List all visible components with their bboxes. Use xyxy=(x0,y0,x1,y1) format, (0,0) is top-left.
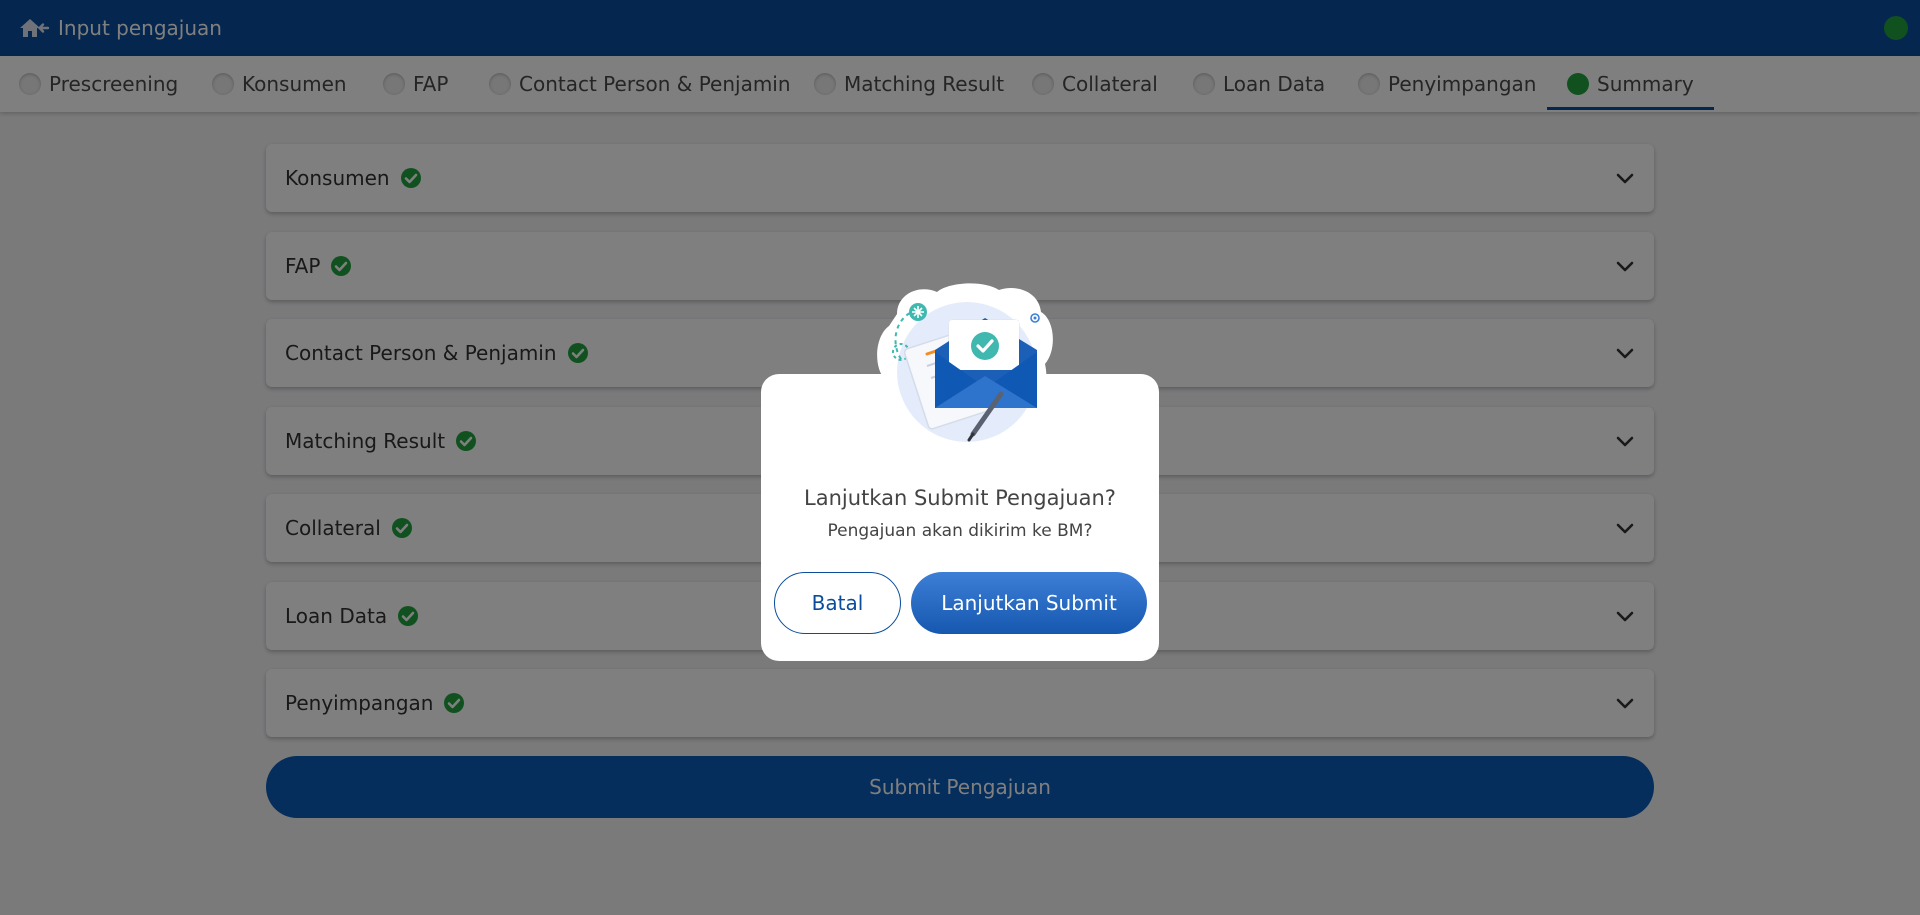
dialog-subtitle: Pengajuan akan dikirim ke BM? xyxy=(827,521,1093,541)
cancel-button[interactable]: Batal xyxy=(774,572,901,634)
mail-envelope-check-illustration xyxy=(877,283,1053,447)
dialog-title: Lanjutkan Submit Pengajuan? xyxy=(804,486,1116,510)
confirm-submit-button[interactable]: Lanjutkan Submit xyxy=(911,572,1147,634)
